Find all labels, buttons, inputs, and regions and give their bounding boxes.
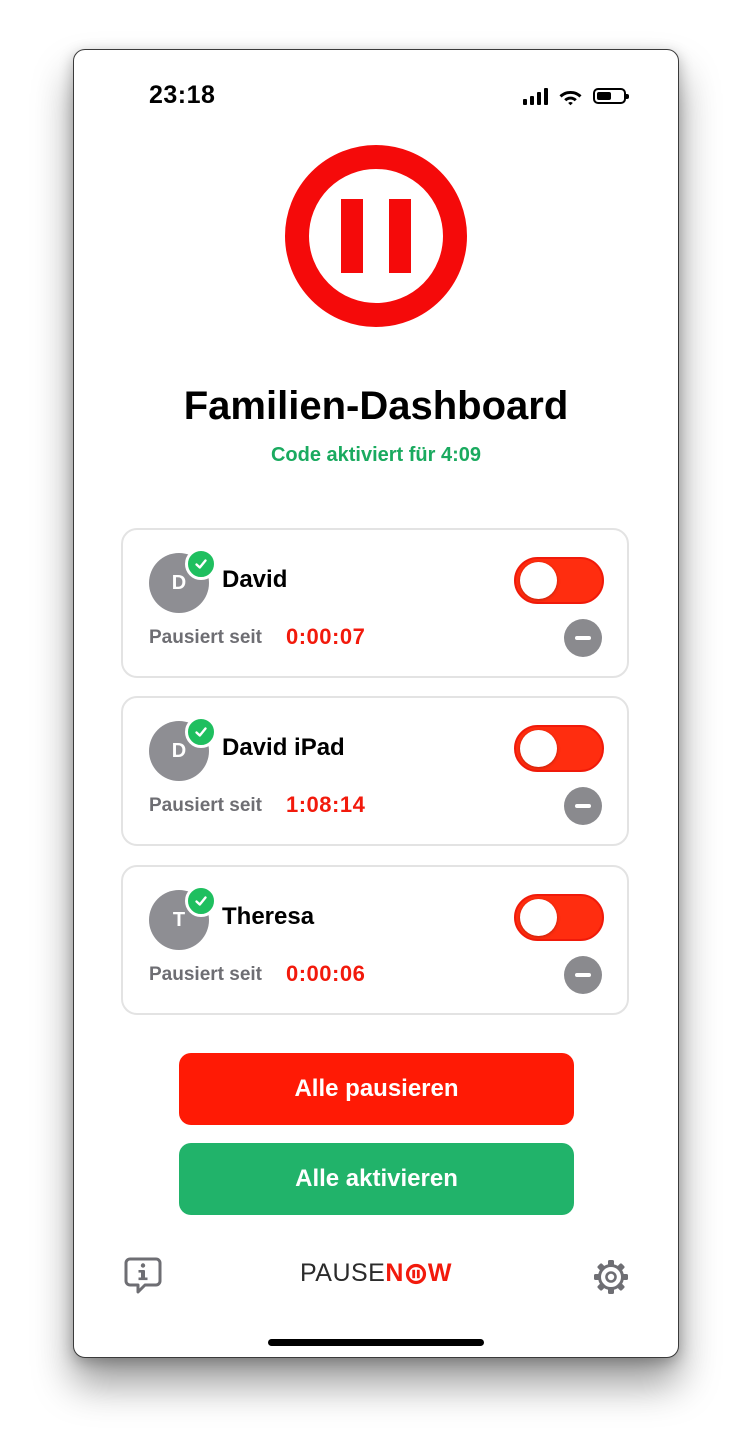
status-time: 23:18 [149, 81, 216, 109]
pause-timer: 1:08:14 [286, 792, 366, 817]
home-indicator[interactable] [268, 1339, 484, 1346]
pause-all-button[interactable]: Alle pausieren [179, 1053, 574, 1125]
check-icon [185, 885, 217, 917]
minus-circle-icon [575, 804, 591, 808]
device-name: David [222, 566, 288, 593]
device-card: D David Pausiert seit 0:00:07 [121, 528, 629, 678]
remove-device-button[interactable] [564, 619, 602, 657]
minus-circle-icon [575, 636, 591, 640]
wifi-icon [559, 90, 582, 105]
pause-timer: 0:00:06 [286, 961, 366, 986]
pause-logo-icon [285, 145, 467, 327]
minus-circle-icon [575, 973, 591, 977]
gear-icon[interactable] [592, 1258, 630, 1296]
device-toggle[interactable] [514, 557, 604, 604]
device-card: D David iPad Pausiert seit 1:08:14 [121, 696, 629, 846]
brand-now: N W [385, 1259, 452, 1288]
brand-n: N [385, 1259, 404, 1287]
check-icon [185, 716, 217, 748]
check-icon [185, 548, 217, 580]
brand-logo: PAUSE N W [74, 1259, 678, 1288]
device-name: David iPad [222, 734, 345, 761]
device-card: T Theresa Pausiert seit 0:00:06 [121, 865, 629, 1015]
page-title: Familien-Dashboard [183, 384, 569, 428]
device-toggle[interactable] [514, 725, 604, 772]
activate-all-button[interactable]: Alle aktivieren [179, 1143, 574, 1215]
device-toggle[interactable] [514, 894, 604, 941]
status-icons [523, 84, 629, 108]
pause-label: Pausiert seit [149, 964, 262, 985]
remove-device-button[interactable] [564, 787, 602, 825]
pause-timer: 0:00:07 [286, 624, 366, 649]
device-name: Theresa [222, 903, 315, 930]
remove-device-button[interactable] [564, 956, 602, 994]
pause-logo-small-icon [405, 1263, 427, 1284]
battery-icon [593, 88, 629, 104]
code-status: Code aktiviert für 4:09 [270, 444, 482, 466]
phone-screen: 23:18 Familien-Dashboard Code aktiviert … [73, 49, 679, 1358]
brand-prefix: PAUSE [299, 1259, 386, 1287]
canvas: 23:18 Familien-Dashboard Code aktiviert … [0, 0, 750, 1453]
signal-icon [523, 87, 548, 105]
pause-label: Pausiert seit [149, 795, 262, 816]
brand-w: W [427, 1259, 453, 1287]
pause-label: Pausiert seit [149, 627, 262, 648]
